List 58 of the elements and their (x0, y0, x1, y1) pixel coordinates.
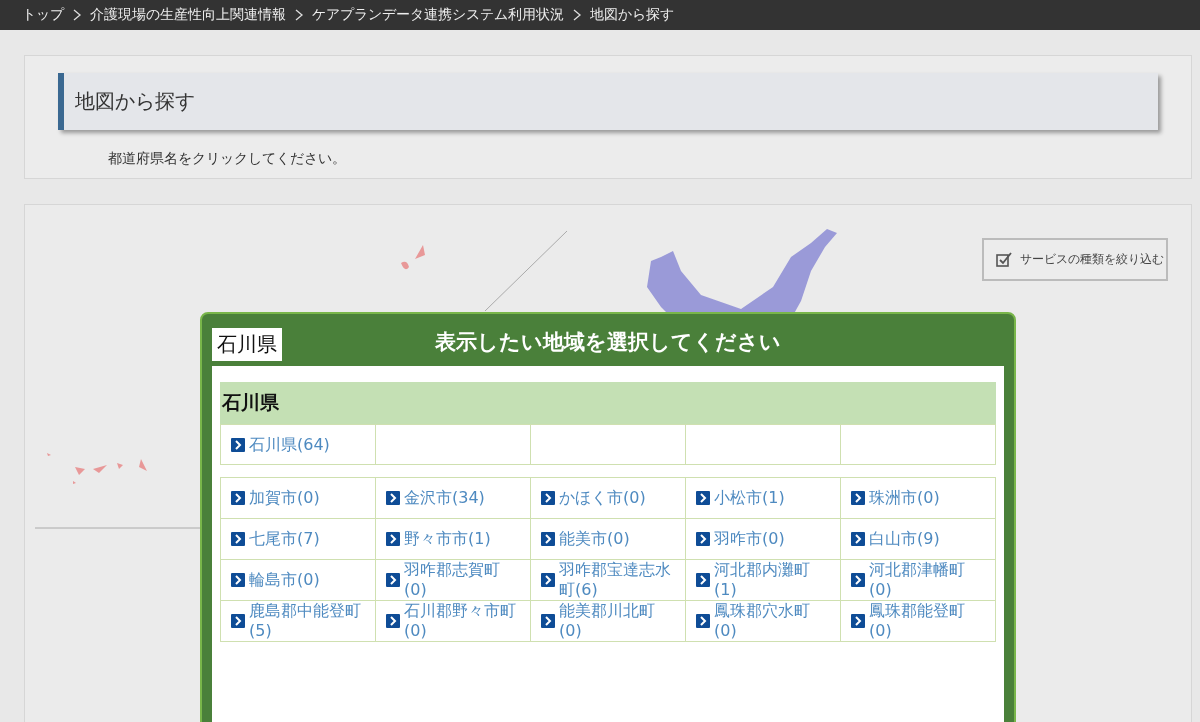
prefecture-label: 石川県 (212, 327, 282, 361)
breadcrumb-link[interactable]: 介護現場の生産性向上関連情報 (90, 6, 286, 24)
chevron-icon (696, 573, 710, 587)
chevron-icon (696, 491, 710, 505)
chevron-icon (386, 573, 400, 587)
chevron-icon (696, 532, 710, 546)
region-link[interactable]: 輪島市(0) (249, 570, 320, 590)
region-link[interactable]: 小松市(1) (714, 488, 785, 508)
chevron-icon (541, 614, 555, 628)
region-link[interactable]: 鳳珠郡穴水町(0) (714, 601, 830, 641)
region-link[interactable]: 野々市市(1) (404, 529, 491, 549)
region-link[interactable]: 河北郡内灘町(1) (714, 560, 830, 600)
region-link[interactable]: 河北郡津幡町(0) (869, 560, 985, 600)
region-link[interactable]: 石川郡野々市町(0) (404, 601, 520, 641)
chevron-icon (572, 9, 582, 21)
region-link[interactable]: 鹿島郡中能登町(5) (249, 601, 365, 641)
filter-button[interactable]: サービスの種類を絞り込む (982, 238, 1168, 281)
region-link[interactable]: 羽咋郡宝達志水町(6) (559, 560, 675, 600)
region-link[interactable]: 鳳珠郡能登町(0) (869, 601, 985, 641)
chevron-icon (231, 532, 245, 546)
chevron-icon (696, 614, 710, 628)
region-link[interactable]: 七尾市(7) (249, 529, 320, 549)
chevron-icon (541, 491, 555, 505)
chevron-icon (386, 491, 400, 505)
chevron-icon (231, 491, 245, 505)
region-link[interactable]: 加賀市(0) (249, 488, 320, 508)
chevron-icon (231, 437, 245, 452)
chevron-icon (851, 491, 865, 505)
region-link[interactable]: 羽咋市(0) (714, 529, 785, 549)
region-link[interactable]: 金沢市(34) (404, 488, 485, 508)
chevron-icon (541, 532, 555, 546)
chevron-icon (231, 573, 245, 587)
checkbox-icon (996, 252, 1012, 267)
chevron-icon (851, 532, 865, 546)
breadcrumb-link[interactable]: 地図から探す (590, 6, 674, 24)
island-drawing[interactable] (47, 453, 147, 484)
region-link[interactable]: 珠洲市(0) (869, 488, 940, 508)
dialog-title: 表示したい地域を選択してください (435, 329, 781, 356)
chevron-icon (851, 573, 865, 587)
region-link[interactable]: 羽咋郡志賀町(0) (404, 560, 520, 600)
instruction-text: 都道府県名をクリックしてください。 (108, 150, 347, 168)
chevron-icon (541, 573, 555, 587)
page-title: 地図から探す (58, 73, 1158, 130)
chevron-icon (386, 614, 400, 628)
region-link[interactable]: 石川県(64) (249, 434, 330, 455)
chevron-icon (72, 9, 82, 21)
island-drawing[interactable] (401, 245, 425, 270)
region-link[interactable]: 能美市(0) (559, 529, 630, 549)
breadcrumb-link[interactable]: ケアプランデータ連携システム利用状況 (312, 6, 564, 24)
region-link[interactable]: 白山市(9) (869, 529, 940, 549)
region-link[interactable]: かほく市(0) (559, 488, 646, 508)
chevron-icon (231, 614, 245, 628)
region-link[interactable]: 能美郡川北町(0) (559, 601, 675, 641)
chevron-icon (851, 614, 865, 628)
breadcrumb-link[interactable]: トップ (22, 6, 64, 24)
prefecture-heading: 石川県 (220, 382, 996, 424)
chevron-icon (386, 532, 400, 546)
chevron-icon (294, 9, 304, 21)
